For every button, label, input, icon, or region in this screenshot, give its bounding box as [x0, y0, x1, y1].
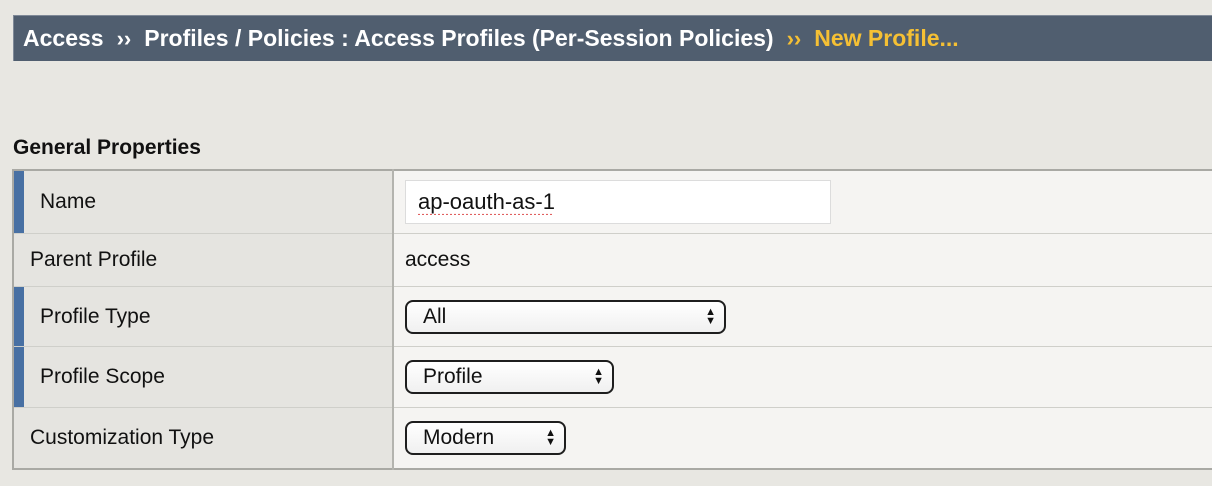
breadcrumb-section[interactable]: Profiles / Policies : Access Profiles (P… [144, 25, 773, 52]
breadcrumb-current: New Profile... [814, 25, 959, 51]
required-marker [14, 347, 24, 407]
profile-type-select[interactable]: All ▲ ▼ [405, 299, 726, 334]
profile-scope-selected: Profile [423, 365, 483, 388]
up-down-chevron-icon: ▲ ▼ [593, 366, 604, 387]
page: Access ›› Profiles / Policies : Access P… [0, 0, 1212, 486]
profile-scope-row: Profile Scope Profile ▲ ▼ [13, 346, 1212, 408]
parent-profile-row: Parent Profile access [13, 233, 1212, 287]
breadcrumb-separator: ›› [786, 25, 802, 51]
profile-type-selected: All [423, 304, 447, 328]
parent-profile-label-cell: Parent Profile [13, 233, 394, 287]
general-properties-table: Name Parent Profile access Profile Type … [12, 169, 1212, 470]
profile-type-value-cell: All ▲ ▼ [393, 286, 1212, 347]
profile-scope-label-cell: Profile Scope [13, 346, 394, 408]
profile-type-row: Profile Type All ▲ ▼ [13, 286, 1212, 347]
breadcrumb-separator: ›› [116, 25, 132, 51]
customization-type-label-cell: Customization Type [13, 407, 394, 469]
breadcrumb: Access ›› Profiles / Policies : Access P… [13, 15, 1212, 61]
customization-type-row: Customization Type Modern ▲ ▼ [13, 407, 1212, 470]
name-value-cell [393, 170, 1212, 234]
customization-type-label: Customization Type [30, 426, 215, 449]
parent-profile-label: Parent Profile [30, 248, 158, 271]
required-marker [14, 171, 24, 233]
profile-scope-select[interactable]: Profile ▲ ▼ [405, 360, 614, 394]
profile-type-label: Profile Type [40, 304, 151, 328]
section-title: General Properties [13, 136, 201, 159]
customization-type-selected: Modern [423, 426, 495, 449]
up-down-chevron-icon: ▲ ▼ [545, 427, 556, 448]
name-label: Name [40, 190, 97, 213]
name-label-cell: Name [13, 170, 394, 234]
name-row: Name [13, 170, 1212, 234]
up-down-chevron-icon: ▲ ▼ [705, 305, 716, 327]
required-marker [14, 287, 24, 346]
customization-type-select[interactable]: Modern ▲ ▼ [405, 421, 566, 455]
customization-type-value-cell: Modern ▲ ▼ [393, 408, 1212, 470]
breadcrumb-root[interactable]: Access [23, 25, 104, 52]
profile-scope-value-cell: Profile ▲ ▼ [393, 346, 1212, 408]
name-input[interactable] [405, 180, 831, 224]
profile-type-label-cell: Profile Type [13, 286, 394, 347]
parent-profile-value: access [405, 248, 471, 271]
parent-profile-value-cell: access [393, 233, 1212, 287]
profile-scope-label: Profile Scope [40, 365, 165, 388]
